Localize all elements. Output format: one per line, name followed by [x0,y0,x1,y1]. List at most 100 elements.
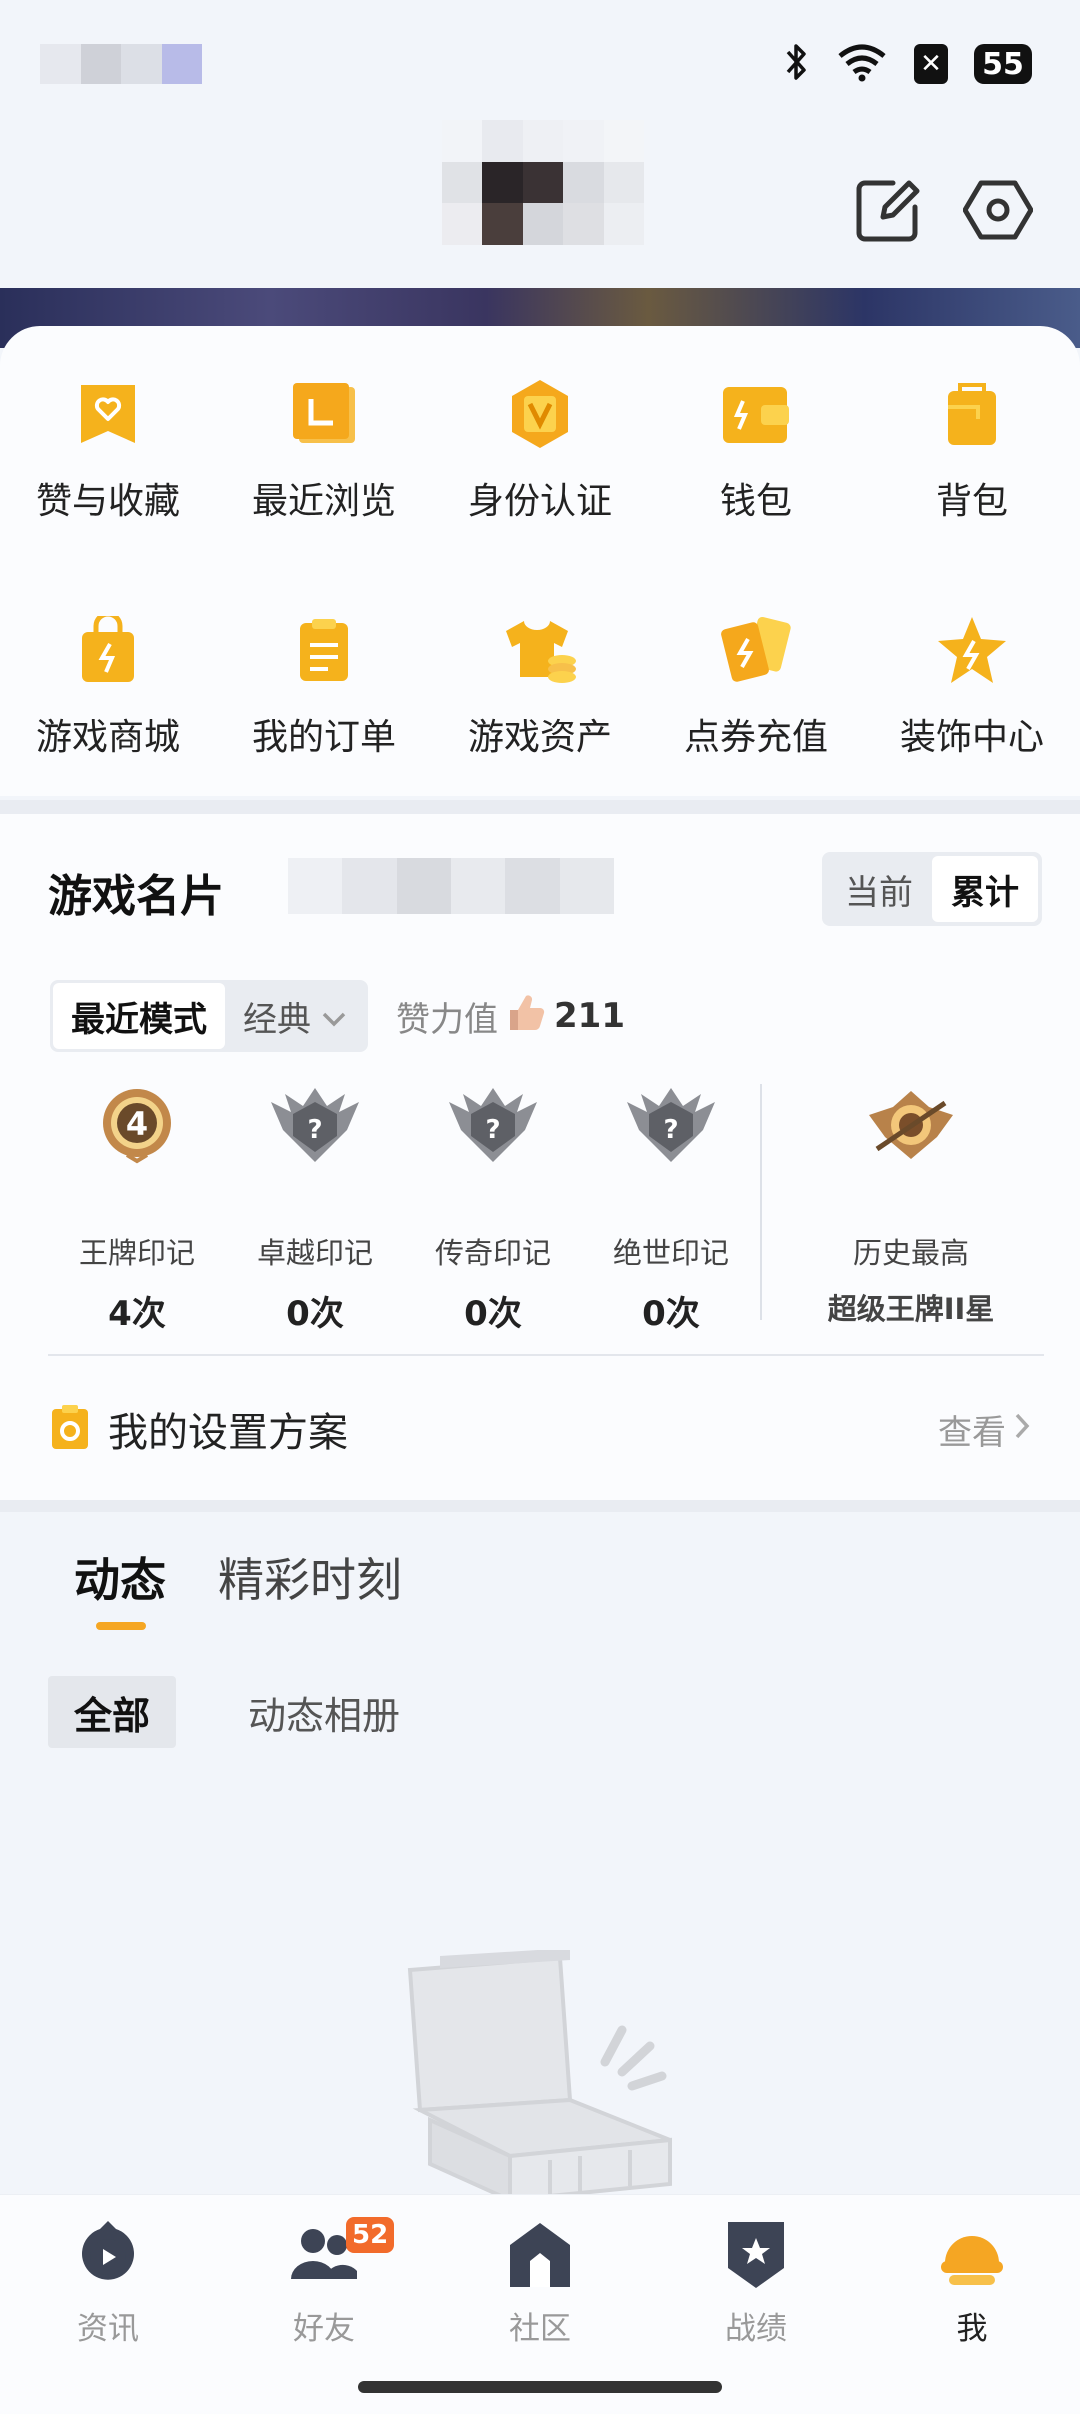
view-link[interactable]: 查看 [938,1405,1030,1454]
sub-tab-album[interactable]: 动态相册 [222,1676,426,1748]
battery-icon: 55 [974,44,1032,84]
mark-name: 王牌印记 [78,1236,195,1270]
svg-text:4: 4 [126,1105,148,1143]
menu-label: 背包 [935,481,1008,522]
nav-records[interactable]: 战绩 [648,2219,864,2348]
mark-excellent[interactable]: ? 卓越印记 0次 [226,1070,404,1335]
mark-count: 0次 [464,1294,522,1334]
status-bar: ✕ 55 [0,0,1080,120]
me-helmet-icon [936,2219,1008,2291]
mark-name: 卓越印记 [256,1236,373,1270]
game-id-blur [288,858,614,914]
blur-cell [40,44,81,84]
thumbs-up-icon [506,992,546,1041]
menu-item-likes-favorites[interactable]: 赞与收藏 [0,374,216,610]
like-power-label: 赞力值 [396,999,498,1040]
sub-tab-all[interactable]: 全部 [48,1676,177,1748]
nav-label: 战绩 [725,2311,787,2347]
svg-text:?: ? [307,1115,322,1145]
best-rank-label: 历史最高 [852,1236,969,1270]
settings-clipboard-icon [50,1403,90,1455]
svg-text:?: ? [663,1115,678,1145]
mark-count: 0次 [642,1294,700,1334]
wifi-icon [836,42,888,86]
app-notification-icon: ✕ [914,44,948,84]
menu-item-identity[interactable]: 身份认证 [432,374,648,610]
blur-cell [161,44,202,84]
tab-activity[interactable]: 动态 [74,1544,166,1630]
nav-me[interactable]: 我 [864,2219,1080,2348]
menu-item-game-mall[interactable]: 游戏商城 [0,610,216,810]
order-list-icon [284,610,364,690]
menu-item-recent[interactable]: 最近浏览 [216,374,432,610]
menu-item-game-assets[interactable]: 游戏资产 [432,610,648,810]
menu-label: 点券充值 [683,717,828,758]
blur-cell [80,44,121,84]
tab-current[interactable]: 当前 [826,856,932,922]
friends-badge: 52 [346,2217,395,2253]
best-rank-value: 超级王牌II星 [827,1292,995,1326]
menu-item-decoration-center[interactable]: 装饰中心 [864,610,1080,810]
empty-box-illustration [400,1948,690,2204]
feed-sub-tabs: 全部 动态相册 [48,1676,426,1748]
super-ace-rank-icon [856,1070,966,1180]
avatar[interactable] [442,120,644,245]
mark-legend[interactable]: ? 传奇印记 0次 [404,1070,582,1335]
menu-label: 游戏资产 [467,717,612,758]
mark-history-best[interactable]: 历史最高 超级王牌II星 [811,1070,1011,1328]
mode-selector: 最近模式 经典 [50,980,368,1052]
mark-peerless[interactable]: ? 绝世印记 0次 [582,1070,760,1335]
period-toggle: 当前 累计 [822,852,1042,926]
community-house-icon [504,2219,576,2291]
mode-recent[interactable]: 最近模式 [53,983,225,1049]
mark-name: 传奇印记 [434,1236,551,1270]
svg-text:?: ? [485,1115,500,1145]
edit-icon[interactable] [848,170,928,250]
voucher-cards-icon [716,610,796,690]
home-indicator[interactable] [358,2381,722,2393]
menu-label: 最近浏览 [251,481,396,522]
settings-plan-row[interactable]: 我的设置方案 查看 [50,1396,1030,1462]
bottom-nav: 资讯 52 好友 社区 战绩 我 [0,2194,1080,2414]
mode-classic-label: 经典 [243,999,311,1040]
mode-classic-dropdown[interactable]: 经典 [225,983,365,1049]
bluetooth-icon [784,42,810,86]
view-label: 查看 [938,1412,1006,1453]
verified-v-icon [500,374,580,454]
status-icons: ✕ 55 [784,40,1032,88]
menu-item-my-orders[interactable]: 我的订单 [216,610,432,810]
nav-friends[interactable]: 52 好友 [216,2217,432,2348]
mode-row: 最近模式 经典 赞力值 211 [50,980,625,1052]
wallet-icon [716,374,796,454]
menu-label: 赞与收藏 [35,481,180,522]
news-play-icon [72,2219,144,2291]
section-title: 游戏名片 [48,871,224,922]
locked-mark-badge-icon: ? [260,1070,370,1180]
battery-level: 55 [982,46,1024,82]
nav-news[interactable]: 资讯 [0,2219,216,2348]
chevron-down-icon [321,996,347,1036]
status-carrier-blur [40,44,202,84]
menu-label: 钱包 [719,481,792,522]
heart-bookmark-icon [68,374,148,454]
locked-mark-badge-icon: ? [438,1070,548,1180]
section-divider [0,800,1080,814]
nav-community[interactable]: 社区 [432,2219,648,2348]
tab-total[interactable]: 累计 [932,856,1038,922]
menu-item-voucher-recharge[interactable]: 点券充值 [648,610,864,810]
nav-label: 社区 [509,2311,571,2347]
menu-item-backpack[interactable]: 背包 [864,374,1080,610]
mark-name: 绝世印记 [612,1236,729,1270]
tshirt-coins-icon [500,610,580,690]
backpack-icon [932,374,1012,454]
tab-highlights[interactable]: 精彩时刻 [218,1544,402,1610]
settings-icon[interactable] [958,170,1038,250]
chevron-right-icon [1014,1409,1030,1449]
like-power: 赞力值 211 [396,992,625,1041]
game-card-section: 游戏名片 当前 累计 最近模式 经典 赞力值 211 4 王牌印记 4次 ? 卓… [0,814,1080,1500]
mark-count: 4次 [108,1294,166,1334]
marks-divider [760,1084,762,1320]
mark-ace[interactable]: 4 王牌印记 4次 [48,1070,226,1335]
divider [48,1354,1044,1356]
menu-item-wallet[interactable]: 钱包 [648,374,864,610]
